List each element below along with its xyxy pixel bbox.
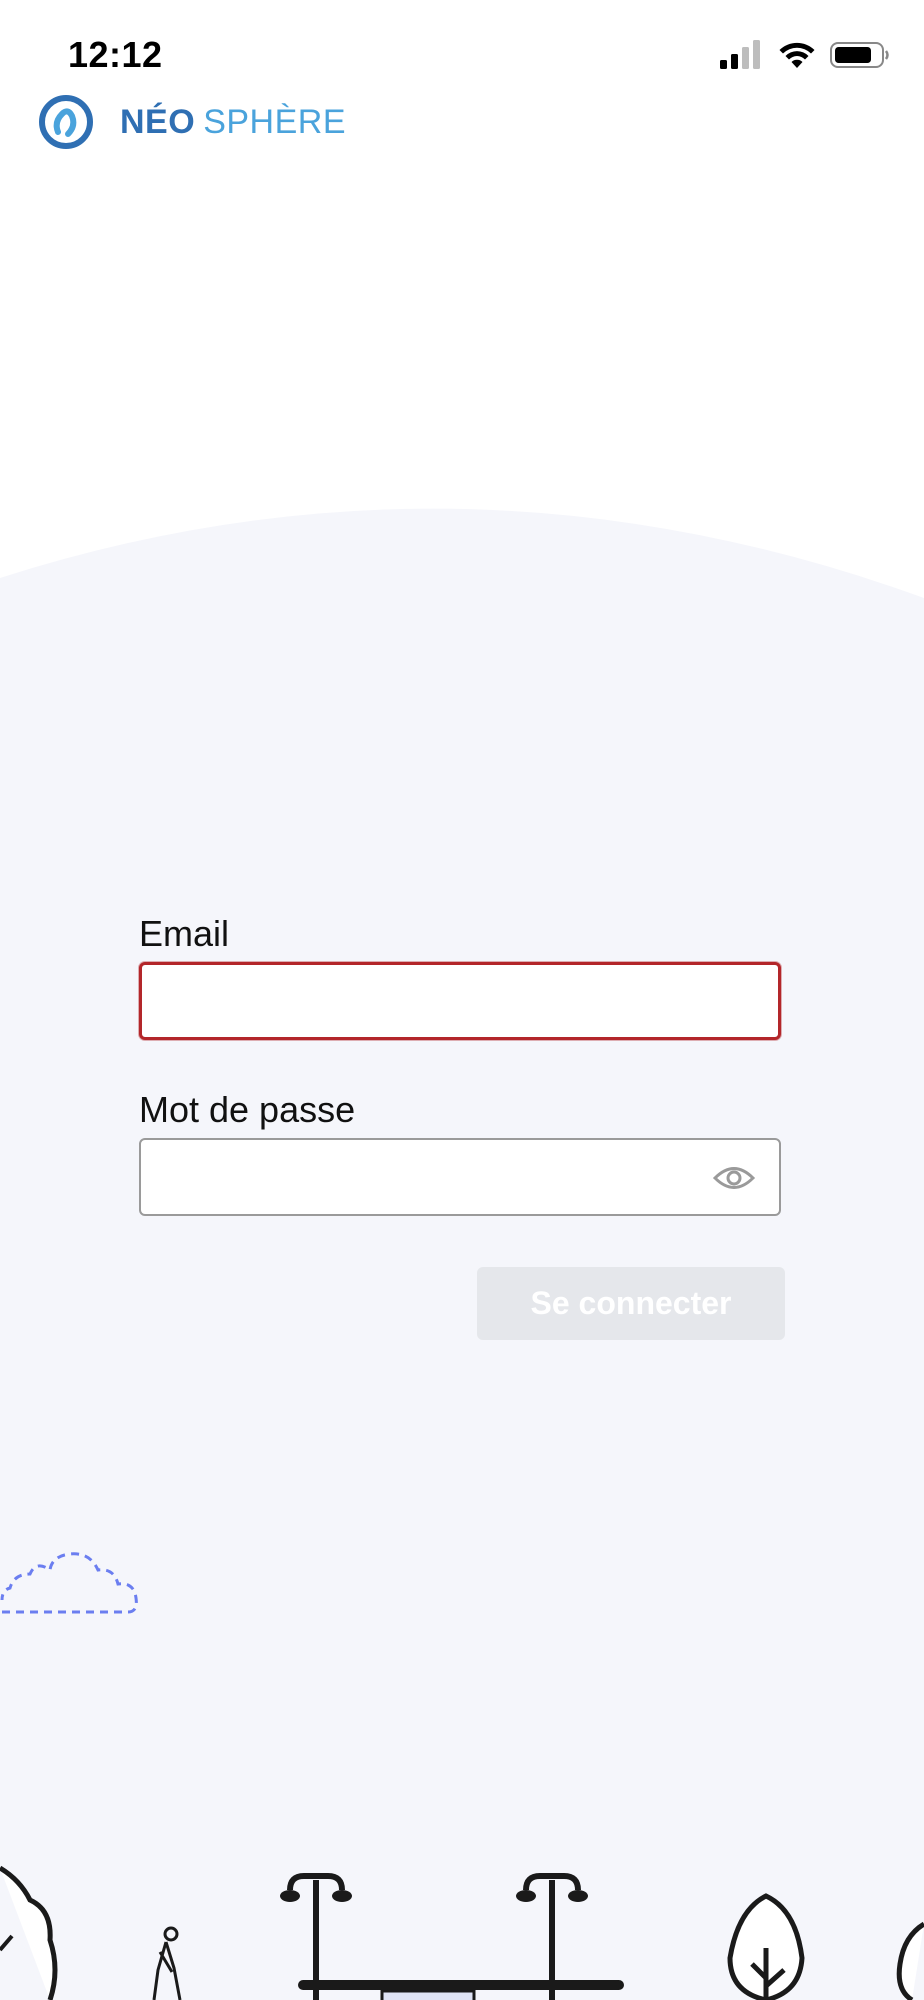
person-figure (152, 1926, 182, 2000)
signal-icon (720, 40, 760, 69)
email-field[interactable] (142, 965, 778, 1037)
brand-logo: NÉO SPHÈRE (38, 94, 346, 150)
wifi-icon (779, 42, 815, 68)
brand-name-part2: SPHÈRE (203, 102, 347, 141)
park-scene-illustration (0, 1865, 924, 2000)
right-tree (727, 1893, 805, 2000)
show-password-button[interactable] (713, 1158, 755, 1198)
password-label: Mot de passe (139, 1089, 356, 1130)
bench (298, 1980, 624, 2000)
login-button[interactable]: Se connecter (477, 1267, 785, 1340)
right-edge-tree (896, 1921, 924, 2000)
left-tree (0, 1865, 58, 2000)
battery-icon (830, 42, 889, 68)
brand-name-part1: NÉO (120, 102, 196, 141)
status-icons (720, 40, 890, 70)
password-field[interactable] (141, 1140, 779, 1214)
password-group: Mot de passe (139, 1088, 785, 1216)
email-label: Email (139, 913, 230, 954)
cloud-illustration (0, 1552, 138, 1614)
email-field-container (139, 962, 781, 1040)
login-form: Email Mot de passe (139, 912, 785, 1216)
brand-name: NÉO SPHÈRE (120, 103, 346, 142)
eye-icon (713, 1167, 755, 1189)
logo-mark-icon (39, 95, 93, 149)
status-time: 12:12 (68, 34, 163, 75)
password-field-container (139, 1138, 781, 1216)
